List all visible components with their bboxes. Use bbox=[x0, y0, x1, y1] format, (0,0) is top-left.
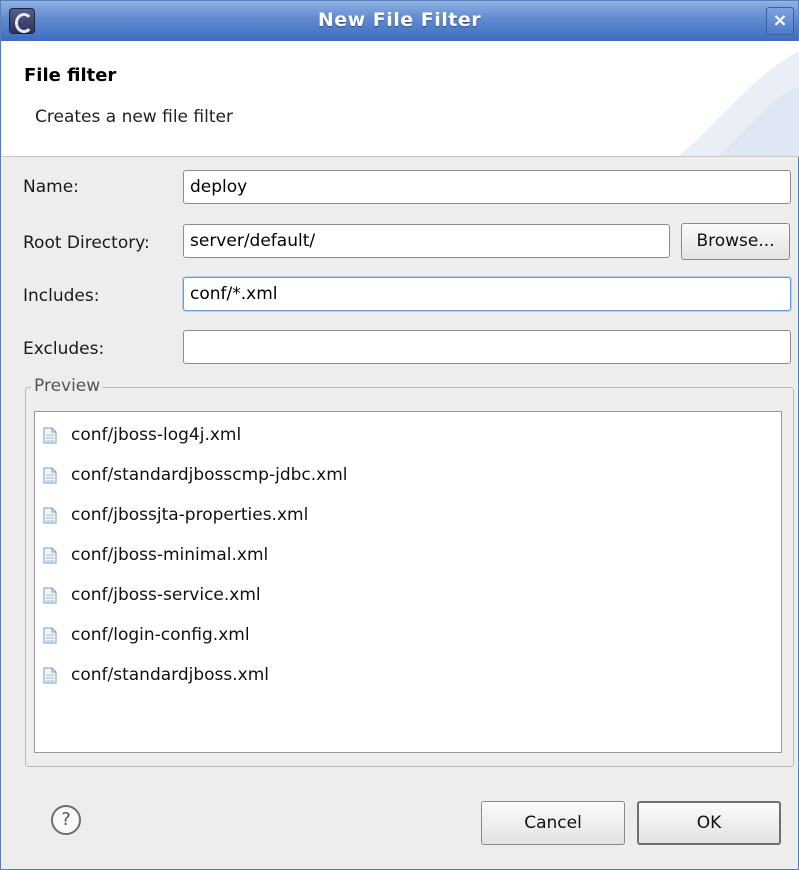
title-bar[interactable]: New File Filter × bbox=[1, 1, 798, 41]
name-field[interactable]: deploy bbox=[183, 170, 791, 204]
list-item[interactable]: conf/jboss-log4j.xml bbox=[43, 420, 241, 450]
preview-label: Preview bbox=[31, 376, 104, 396]
includes-field[interactable]: conf/*.xml bbox=[183, 277, 791, 311]
list-item[interactable]: conf/login-config.xml bbox=[43, 620, 250, 650]
list-item-label: conf/login-config.xml bbox=[71, 625, 250, 645]
name-label: Name: bbox=[23, 177, 79, 197]
help-button[interactable]: ? bbox=[51, 805, 81, 835]
close-button[interactable]: × bbox=[766, 7, 794, 35]
window-title: New File Filter bbox=[317, 9, 482, 31]
file-icon bbox=[43, 667, 57, 683]
list-item-label: conf/jbossjta-properties.xml bbox=[71, 505, 309, 525]
preview-list[interactable]: conf/jboss-log4j.xml conf/standardjbossc… bbox=[34, 411, 782, 753]
dialog-header: File filter Creates a new file filter bbox=[2, 41, 799, 157]
list-item[interactable]: conf/standardjboss.xml bbox=[43, 660, 269, 690]
root-directory-label: Root Directory: bbox=[23, 233, 150, 253]
list-item-label: conf/jboss-minimal.xml bbox=[71, 545, 269, 565]
ok-button[interactable]: OK bbox=[637, 801, 781, 845]
list-item[interactable]: conf/jboss-minimal.xml bbox=[43, 540, 268, 570]
header-title: File filter bbox=[24, 65, 117, 86]
file-icon bbox=[43, 627, 57, 643]
excludes-label: Excludes: bbox=[23, 339, 105, 359]
excludes-field[interactable] bbox=[183, 330, 791, 364]
list-item-label: conf/jboss-service.xml bbox=[71, 585, 261, 605]
file-icon bbox=[43, 587, 57, 603]
file-icon bbox=[43, 467, 57, 483]
root-directory-field[interactable]: server/default/ bbox=[183, 224, 670, 258]
close-icon: × bbox=[772, 10, 788, 31]
file-icon bbox=[43, 507, 57, 523]
header-decoration bbox=[679, 51, 799, 156]
list-item-label: conf/standardjbosscmp-jdbc.xml bbox=[71, 465, 348, 485]
header-description: Creates a new file filter bbox=[35, 107, 233, 127]
cancel-button[interactable]: Cancel bbox=[481, 801, 625, 845]
browse-button[interactable]: Browse... bbox=[681, 223, 790, 260]
help-icon: ? bbox=[61, 809, 71, 830]
list-item[interactable]: conf/standardjbosscmp-jdbc.xml bbox=[43, 460, 348, 490]
file-icon bbox=[43, 427, 57, 443]
file-icon bbox=[43, 547, 57, 563]
list-item-label: conf/standardjboss.xml bbox=[71, 665, 270, 685]
new-file-filter-dialog: New File Filter × File filter Creates a … bbox=[0, 0, 799, 870]
list-item[interactable]: conf/jboss-service.xml bbox=[43, 580, 261, 610]
list-item[interactable]: conf/jbossjta-properties.xml bbox=[43, 500, 308, 530]
list-item-label: conf/jboss-log4j.xml bbox=[71, 425, 242, 445]
includes-label: Includes: bbox=[23, 286, 100, 306]
